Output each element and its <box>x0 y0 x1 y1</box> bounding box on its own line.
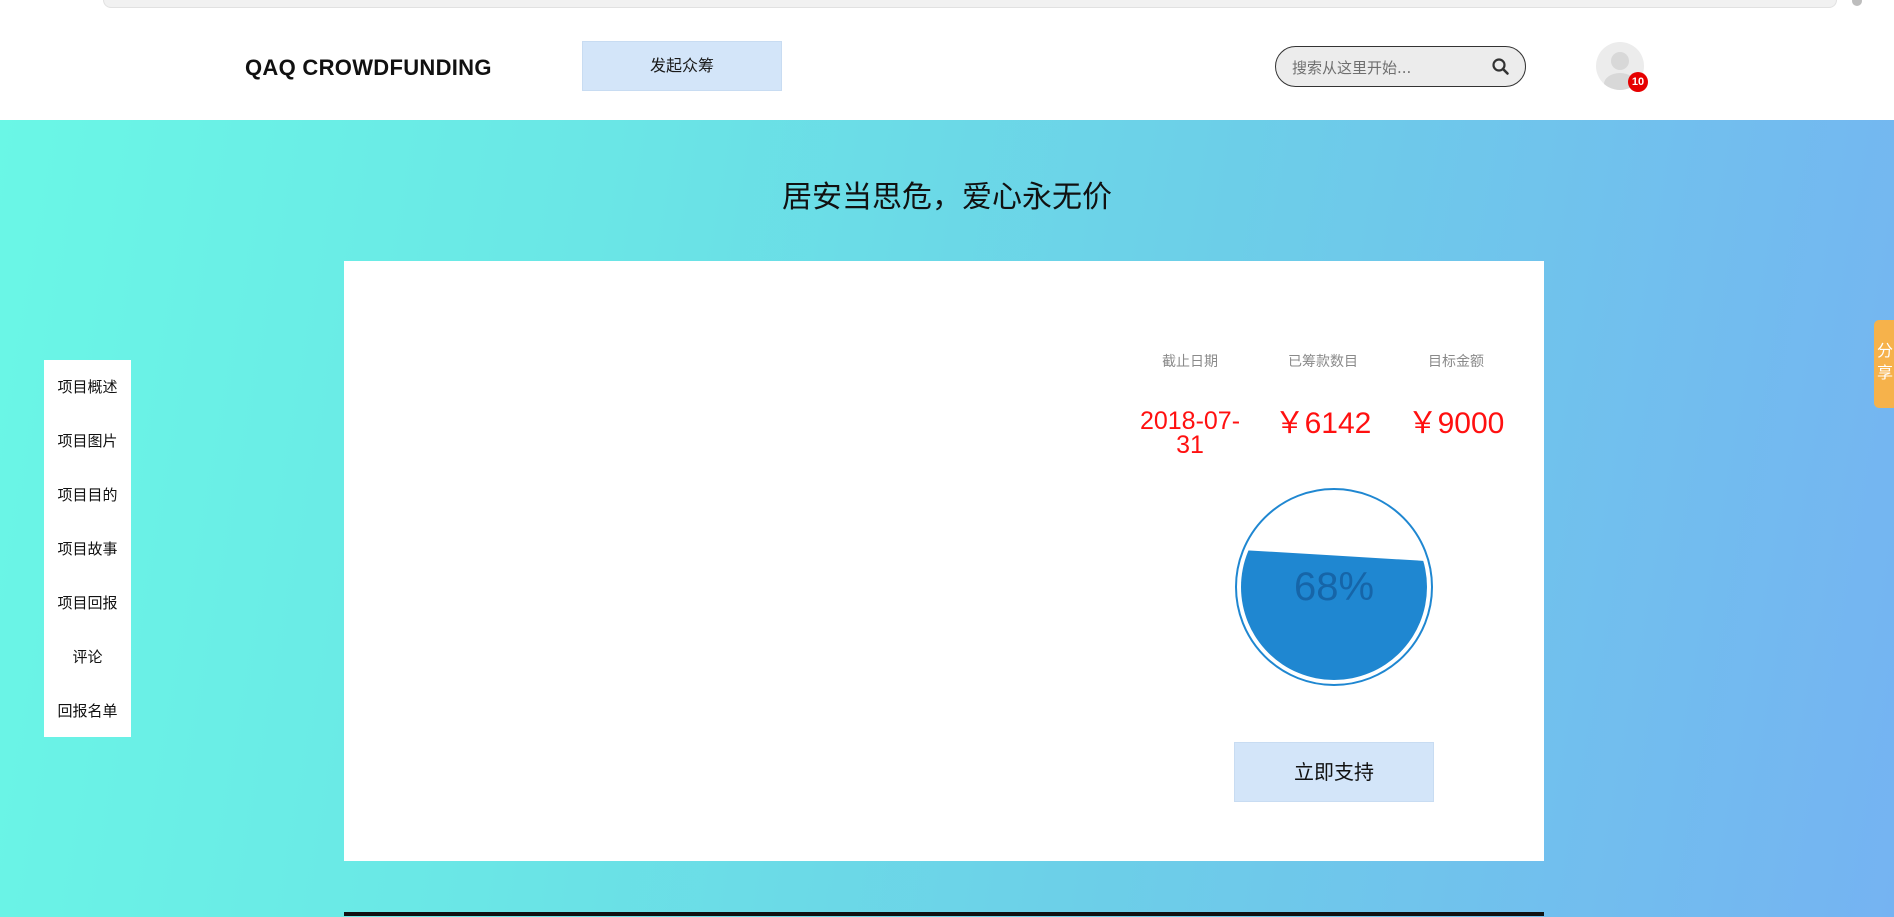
progress-gauge: 68% <box>1234 487 1434 687</box>
site-header: QAQ CROWDFUNDING 发起众筹 10 <box>0 12 1894 120</box>
target-value: ￥9000 <box>1407 407 1505 440</box>
share-label-line1: 分 <box>1876 341 1893 360</box>
search-input[interactable] <box>1290 55 1484 81</box>
launch-crowdfunding-button[interactable]: 发起众筹 <box>582 41 782 91</box>
side-nav-item-images[interactable]: 项目图片 <box>44 414 131 468</box>
side-nav-item-overview[interactable]: 项目概述 <box>44 360 131 414</box>
progress-percent-text: 68% <box>1293 565 1375 609</box>
project-card: 截止日期 已筹款数目 目标金额 2018-07- 31 ￥6142 ￥9000 … <box>344 261 1544 861</box>
brand-logo[interactable]: QAQ CROWDFUNDING <box>245 48 492 88</box>
browser-address-bar <box>103 0 1837 8</box>
raised-value: ￥6142 <box>1274 407 1372 440</box>
side-nav-item-story[interactable]: 项目故事 <box>44 522 131 576</box>
share-tab[interactable]: 分 享 <box>1874 320 1894 408</box>
support-now-button[interactable]: 立即支持 <box>1234 742 1434 802</box>
raised-label: 已筹款数目 <box>1288 354 1358 370</box>
share-label-line2: 享 <box>1876 363 1893 382</box>
side-nav-item-purpose[interactable]: 项目目的 <box>44 468 131 522</box>
target-label: 目标金额 <box>1428 354 1484 370</box>
user-avatar-button[interactable]: 10 <box>1596 42 1648 94</box>
side-nav-item-comments[interactable]: 评论 <box>44 630 131 684</box>
notification-badge: 10 <box>1628 72 1648 92</box>
main-area: 居安当思危，爱心永无价 项目概述 项目图片 项目目的 项目故事 项目回报 评论 … <box>0 120 1894 917</box>
browser-menu-icon <box>1852 0 1862 6</box>
page-slogan: 居安当思危，爱心永无价 <box>782 180 1112 215</box>
search-box <box>1275 46 1526 87</box>
deadline-value: 2018-07- 31 <box>1128 407 1252 459</box>
search-icon[interactable] <box>1491 57 1511 77</box>
side-nav-item-rewards[interactable]: 项目回报 <box>44 576 131 630</box>
deadline-value-line1: 2018-07- <box>1139 407 1241 435</box>
deadline-value-line2: 31 <box>1176 431 1204 459</box>
side-nav-item-reward-list[interactable]: 回报名单 <box>44 684 131 738</box>
project-side-nav: 项目概述 项目图片 项目目的 项目故事 项目回报 评论 回报名单 <box>44 360 131 737</box>
deadline-label: 截止日期 <box>1162 354 1218 370</box>
next-section-border <box>344 912 1544 917</box>
